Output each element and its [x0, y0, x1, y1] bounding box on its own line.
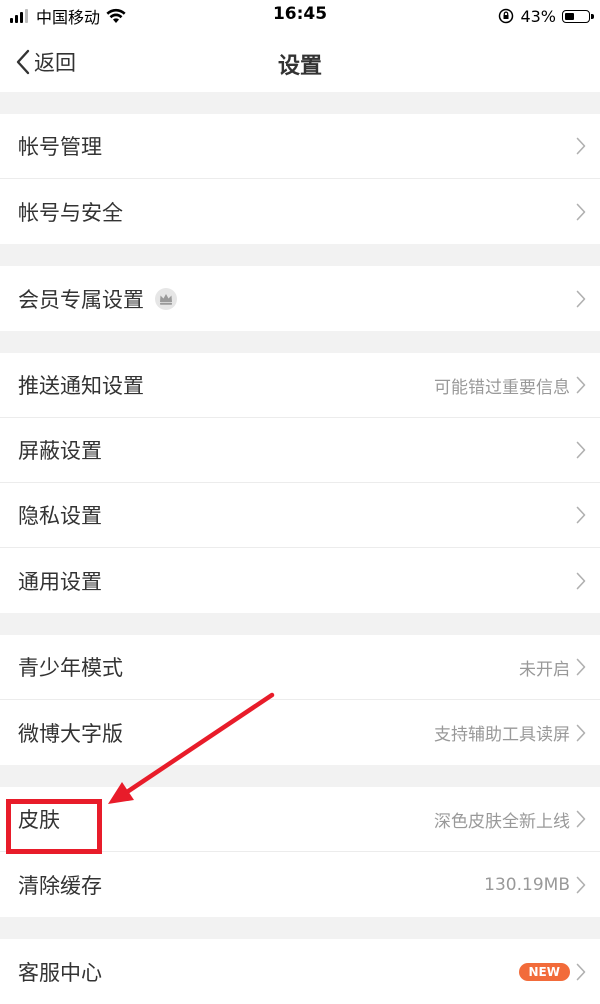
annotation-arrow — [108, 692, 275, 804]
